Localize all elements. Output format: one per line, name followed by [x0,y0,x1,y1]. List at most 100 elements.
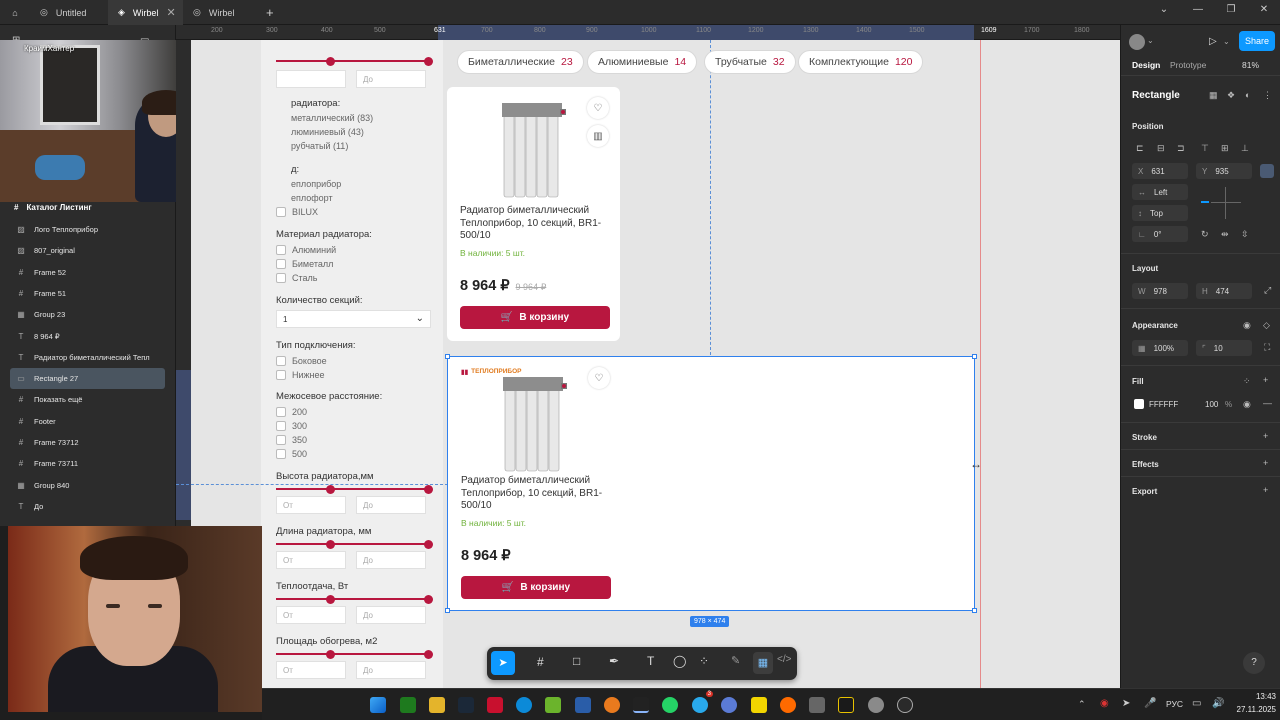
share-button[interactable]: Share [1239,31,1275,51]
comment-tool-icon[interactable]: ◯ [673,654,686,668]
close-icon[interactable]: ✕ [166,6,175,19]
layer-item[interactable]: # Frame 52 [10,262,165,283]
align-right-icon[interactable]: ⊐ [1177,143,1185,154]
language-indicator[interactable]: РУС [1166,699,1183,709]
tab-wirbel[interactable]: ◎ Wirbel [183,0,253,25]
checkbox[interactable] [276,449,286,459]
add-effect-icon[interactable]: + [1263,458,1268,468]
tray-chevron-icon[interactable]: ⌃ [1078,699,1086,710]
layer-item[interactable]: # Frame 73711 [10,453,165,474]
add-to-cart-button[interactable]: 🛒 В корзину [461,576,611,599]
frame-layer[interactable]: # Каталог Листинг [14,203,92,212]
favorite-heart-icon[interactable]: ♡ [587,97,609,119]
brand-option-bilux[interactable]: BILUX [276,207,318,217]
layer-item[interactable]: ▦ Group 840 [10,475,165,496]
window-close-icon[interactable]: ✕ [1252,4,1276,15]
independent-corners-icon[interactable]: ⛶ [1264,342,1270,353]
heat-to-input[interactable]: До [356,606,426,624]
checkbox[interactable] [276,273,286,283]
checkbox[interactable] [276,207,286,217]
present-play-icon[interactable]: ▷ [1209,36,1217,47]
move-tool-icon[interactable]: ➤ [491,651,515,675]
blender-icon[interactable] [604,697,620,713]
x-field[interactable]: X 631 [1132,163,1188,179]
height-field[interactable]: H 474 [1196,283,1252,299]
network-icon[interactable]: ▭ [1192,698,1201,709]
tray-app-icon[interactable]: ◉ [1100,698,1109,709]
align-bottom-icon[interactable]: ⊥ [1241,143,1249,154]
checkbox[interactable] [276,370,286,380]
y-field[interactable]: Y 935 [1196,163,1252,179]
rotate-icon[interactable]: ↻ [1201,229,1209,240]
resize-horizontal-icon[interactable]: ↔ [970,457,982,471]
type-option[interactable]: рубчатый (11) [291,141,348,151]
connection-option[interactable]: Боковое [276,356,327,366]
export-title[interactable]: Export [1132,487,1157,496]
layer-item[interactable]: ▦ Group 23 [10,304,165,325]
price-to-input[interactable]: До [356,70,426,88]
text-tool-icon[interactable]: T [647,654,654,668]
fill-swatch[interactable] [1134,399,1144,409]
design-mode-icon[interactable]: ▦ [753,652,773,674]
components-tool-icon[interactable]: ⁘ [699,654,709,668]
effects-title[interactable]: Effects [1132,460,1159,469]
layer-item[interactable]: # Frame 73712 [10,432,165,453]
restore-icon[interactable]: ❐ [1219,4,1243,15]
layer-item[interactable]: ▨ 807_original [10,240,165,261]
resize-to-fit-icon[interactable]: ⤢ [1264,285,1271,296]
length-to-input[interactable]: До [356,551,426,569]
remove-fill-icon[interactable]: — [1263,398,1272,408]
fill-opacity[interactable]: 100 [1205,400,1218,409]
chevron-down-icon[interactable]: ⌄ [1147,36,1154,45]
layer-item[interactable]: T 8 964 ₽ [10,326,165,347]
checkbox[interactable] [276,435,286,445]
brand-option[interactable]: еплофорт [291,193,333,203]
layer-item[interactable]: T Радиатор биметаллический Тепл [10,347,165,368]
area-from-input[interactable]: От [276,661,346,679]
telegram-icon[interactable]: 3 [692,691,713,713]
design-canvas[interactable]: 200 300 400 500 631 700 800 900 1000 1100 1200 1300… [176,25,1120,688]
steam-icon[interactable] [458,697,474,713]
tray-telegram-icon[interactable]: ➤ [1122,698,1130,709]
dev-mode-icon[interactable]: </> [777,654,791,665]
chevron-down-icon[interactable]: ⌄ [1223,37,1230,46]
firefox-icon[interactable] [780,697,796,713]
checkbox[interactable] [276,259,286,269]
resize-handle[interactable] [445,354,450,359]
selected-rectangle[interactable]: ▮▮ ТЕПЛОПРИБОР ♡ Радиатор биметаллический… [445,354,982,613]
tab-design[interactable]: Design [1132,60,1160,70]
clock-date[interactable]: 27.11.2025 [1220,705,1276,714]
notes-icon[interactable] [751,697,767,713]
tab-untitled[interactable]: ◎ Untitled [30,0,108,25]
category-chip[interactable]: Алюминиевые 14 [587,50,698,74]
eye-icon[interactable]: ◉ [1243,320,1251,331]
new-tab-button[interactable]: + [256,0,278,25]
zoom-level[interactable]: 81% [1242,60,1259,70]
heat-from-input[interactable]: От [276,606,346,624]
stroke-title[interactable]: Stroke [1132,433,1157,442]
app-circle-icon[interactable] [897,697,913,713]
connection-option[interactable]: Нижнее [276,370,325,380]
length-from-input[interactable]: От [276,551,346,569]
sections-select[interactable]: 1 ⌄ [276,310,431,328]
tab-prototype[interactable]: Prototype [1170,60,1206,70]
blend-mode-icon[interactable]: ◇ [1263,320,1270,331]
layer-item[interactable]: # Frame 51 [10,283,165,304]
edge-icon[interactable] [516,697,532,713]
layer-item[interactable]: # Footer [10,411,165,432]
start-icon[interactable] [370,697,386,713]
favorite-heart-icon[interactable]: ♡ [588,367,610,389]
clock-time[interactable]: 13:43 [1230,692,1276,701]
xbox-icon[interactable] [400,697,416,713]
contrast-icon[interactable]: ◐ [1245,90,1250,100]
fill-hex[interactable]: FFFFFF [1149,400,1178,409]
price-slider[interactable] [276,56,433,66]
checkbox[interactable] [276,245,286,255]
area-slider[interactable] [276,649,433,659]
corner-radius-field[interactable]: ⌜ 10 [1196,340,1252,356]
resize-handle[interactable] [445,608,450,613]
material-option[interactable]: Алюминий [276,245,336,255]
whatsapp-icon[interactable] [662,697,678,713]
type-option[interactable]: металлический (83) [291,113,373,123]
grid-icon[interactable]: ▦ [1209,90,1218,101]
